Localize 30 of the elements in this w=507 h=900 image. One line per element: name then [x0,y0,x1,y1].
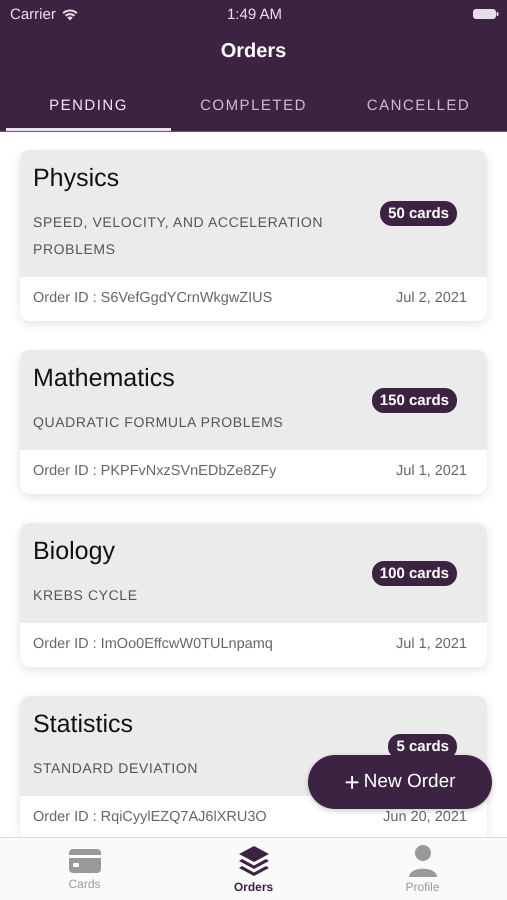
order-tab[interactable]: PENDING [6,81,171,131]
order-tab[interactable]: CANCELLED [336,81,501,131]
tab-bar-item[interactable]: Orders [169,838,338,900]
order-date: Jun 20, 2021 [383,809,467,825]
order-date: Jul 1, 2021 [396,463,467,479]
subject-title: Physics [33,164,120,193]
credit-card-icon [68,847,102,875]
new-order-button[interactable]: +New Order [308,755,492,809]
topic-label: QUADRATIC FORMULA PROBLEMS [33,413,284,432]
carrier-label: Carrier [10,6,56,22]
order-date: Jul 2, 2021 [396,290,467,306]
topic-label: KREBS CYCLE [33,586,139,605]
screen-title: Orders [220,39,288,64]
topic-label: SPEED, VELOCITY, AND ACCELERATION PROBLEMS [33,213,324,259]
wifi-icon [60,8,79,20]
status-time: 1:49 AM [226,6,282,22]
card-count-badge: 150 cards [372,388,457,412]
order-id: Order ID : ImOo0EffcwW0TULnpamq [33,636,273,652]
subject-title: Statistics [33,710,134,739]
order-tab[interactable]: COMPLETED [171,81,336,131]
order-id: Order ID : PKPFvNxzSVnEDbZe8ZFy [33,463,276,479]
order-id: Order ID : S6VefGgdYCrnWkgwZIUS [33,290,272,306]
order-date: Jul 1, 2021 [396,636,467,652]
card-count-badge: 50 cards [380,201,457,226]
subject-title: Mathematics [33,364,176,393]
subject-title: Biology [33,537,116,566]
battery-icon [472,8,499,20]
layers-icon [236,844,270,878]
card-count-badge: 100 cards [372,560,457,586]
order-id: Order ID : RqiCyylEZQ7AJ6lXRU3O [33,809,267,825]
